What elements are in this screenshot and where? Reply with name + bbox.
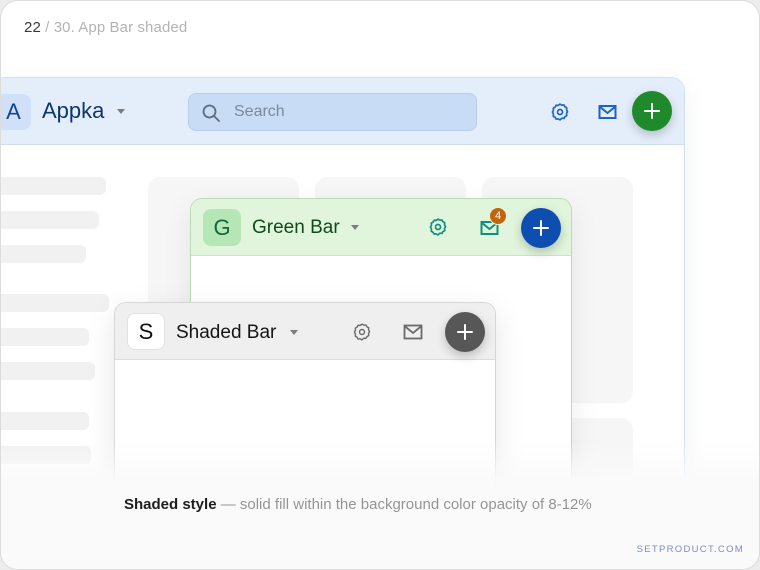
shaded-logo[interactable]: S bbox=[127, 313, 165, 350]
plus-icon bbox=[644, 103, 660, 119]
green-title[interactable]: Green Bar bbox=[252, 217, 340, 239]
green-app-bar: G Green Bar 4 bbox=[191, 199, 571, 256]
shaded-settings-button[interactable] bbox=[350, 321, 374, 343]
breadcrumb: 22 / 30. App Bar shaded bbox=[24, 19, 187, 36]
breadcrumb-separator: / bbox=[40, 19, 54, 36]
green-title-caret-icon[interactable] bbox=[351, 225, 359, 230]
skeleton-line bbox=[1, 177, 106, 195]
mail-icon bbox=[598, 105, 616, 119]
skeleton-line bbox=[1, 362, 95, 380]
caption-strong: Shaded style bbox=[124, 496, 217, 513]
slide-card: 22 / 30. App Bar shaded A Appka Search G… bbox=[0, 0, 760, 570]
search-input[interactable]: Search bbox=[188, 93, 477, 131]
caption: Shaded style — solid fill within the bac… bbox=[124, 496, 592, 513]
app-title-caret-icon[interactable] bbox=[117, 109, 125, 114]
shaded-title-caret-icon[interactable] bbox=[290, 330, 298, 335]
green-add-fab-button[interactable] bbox=[521, 208, 561, 248]
settings-icon bbox=[353, 323, 371, 341]
mail-icon bbox=[403, 324, 423, 340]
brand-link[interactable]: SETPRODUCT.COM bbox=[637, 544, 744, 555]
settings-button[interactable] bbox=[548, 101, 572, 123]
shaded-app-bar: S Shaded Bar bbox=[115, 303, 495, 360]
skeleton-line bbox=[1, 328, 89, 346]
mail-button[interactable] bbox=[595, 101, 619, 123]
breadcrumb-title: 30. App Bar shaded bbox=[53, 19, 188, 36]
skeleton-line bbox=[1, 294, 109, 312]
add-fab-button[interactable] bbox=[632, 91, 672, 131]
skeleton-line bbox=[1, 412, 89, 430]
skeleton-line bbox=[1, 211, 99, 229]
app-logo[interactable]: A bbox=[1, 94, 31, 130]
search-icon bbox=[202, 104, 220, 122]
search-placeholder: Search bbox=[234, 103, 285, 120]
green-settings-button[interactable] bbox=[426, 216, 450, 238]
app-title[interactable]: Appka bbox=[42, 98, 104, 124]
shaded-add-fab-button[interactable] bbox=[445, 312, 485, 352]
plus-icon bbox=[457, 324, 473, 340]
shaded-mail-button[interactable] bbox=[401, 321, 425, 343]
skeleton-line bbox=[1, 245, 86, 263]
settings-icon bbox=[429, 218, 447, 236]
app-bar: A Appka Search bbox=[1, 78, 684, 145]
plus-icon bbox=[533, 220, 549, 236]
breadcrumb-current: 22 bbox=[24, 19, 41, 36]
green-logo[interactable]: G bbox=[203, 209, 241, 246]
mail-count-badge: 4 bbox=[489, 207, 507, 225]
shaded-title[interactable]: Shaded Bar bbox=[176, 322, 276, 344]
settings-icon bbox=[551, 103, 569, 121]
caption-rest: — solid fill within the background color… bbox=[216, 496, 592, 513]
